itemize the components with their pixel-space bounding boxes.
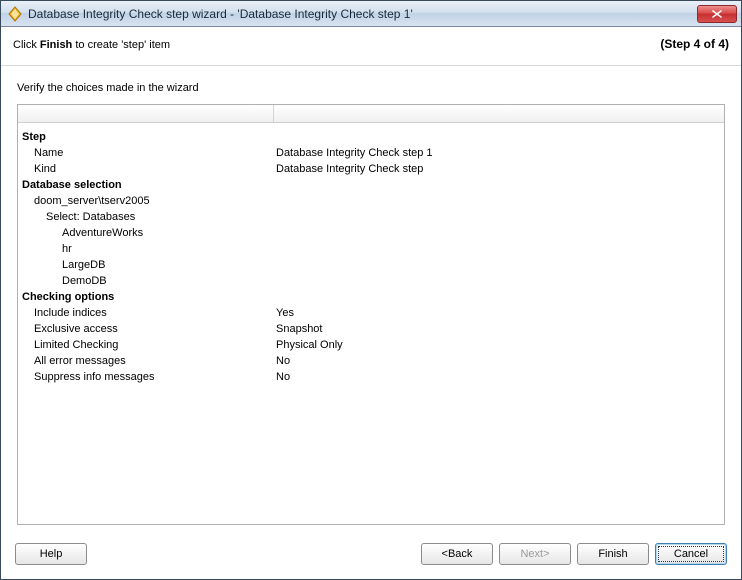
opt-4-value: No [276,369,720,385]
name-value: Database Integrity Check step 1 [276,145,720,161]
row-db: hr [22,241,720,257]
footer: Help <Back Next> Finish Cancel [1,533,741,579]
name-label: Name [22,145,276,161]
content-area: Verify the choices made in the wizard St… [1,66,741,533]
db-1: hr [22,241,276,257]
opt-0-value: Yes [276,305,720,321]
section-options-label: Checking options [22,289,276,305]
opt-2-value: Physical Only [276,337,720,353]
opt-1-label: Exclusive access [22,321,276,337]
select-dbs-label: Select: Databases [22,209,276,225]
summary-col-head-right [274,105,724,122]
db-2: LargeDB [22,257,276,273]
subheader: Click Finish to create 'step' item (Step… [1,27,741,66]
close-button[interactable] [697,5,737,23]
next-button: Next> [499,543,571,565]
section-step: Step [22,129,720,145]
opt-1-value: Snapshot [276,321,720,337]
row-db: LargeDB [22,257,720,273]
section-dbselection: Database selection [22,177,720,193]
window-title: Database Integrity Check step wizard - '… [28,7,697,21]
section-dbselection-label: Database selection [22,177,276,193]
row-option: Exclusive access Snapshot [22,321,720,337]
step-indicator: (Step 4 of 4) [660,37,729,51]
instruction-suffix: to create 'step' item [72,39,170,51]
row-option: Suppress info messages No [22,369,720,385]
app-icon [7,6,23,22]
db-0: AdventureWorks [22,225,276,241]
row-select-dbs: Select: Databases [22,209,720,225]
summary-panel: Step Name Database Integrity Check step … [17,104,725,525]
verify-label: Verify the choices made in the wizard [17,82,725,94]
back-button[interactable]: <Back [421,543,493,565]
server-value: doom_server\tserv2005 [22,193,276,209]
cancel-button[interactable]: Cancel [655,543,727,565]
row-db: DemoDB [22,273,720,289]
summary-body: Step Name Database Integrity Check step … [18,123,724,389]
titlebar: Database Integrity Check step wizard - '… [1,1,741,27]
instruction-bold: Finish [40,39,72,51]
opt-3-value: No [276,353,720,369]
summary-col-head-left [18,105,274,122]
row-db: AdventureWorks [22,225,720,241]
section-options: Checking options [22,289,720,305]
kind-value: Database Integrity Check step [276,161,720,177]
instruction-prefix: Click [13,39,40,51]
kind-label: Kind [22,161,276,177]
summary-column-header [18,105,724,123]
finish-button[interactable]: Finish [577,543,649,565]
row-option: All error messages No [22,353,720,369]
wizard-window: Database Integrity Check step wizard - '… [0,0,742,580]
row-name: Name Database Integrity Check step 1 [22,145,720,161]
opt-3-label: All error messages [22,353,276,369]
row-server: doom_server\tserv2005 [22,193,720,209]
row-kind: Kind Database Integrity Check step [22,161,720,177]
opt-2-label: Limited Checking [22,337,276,353]
opt-4-label: Suppress info messages [22,369,276,385]
help-button[interactable]: Help [15,543,87,565]
row-option: Limited Checking Physical Only [22,337,720,353]
row-option: Include indices Yes [22,305,720,321]
section-step-label: Step [22,129,276,145]
instruction-text: Click Finish to create 'step' item [13,39,660,51]
db-3: DemoDB [22,273,276,289]
opt-0-label: Include indices [22,305,276,321]
